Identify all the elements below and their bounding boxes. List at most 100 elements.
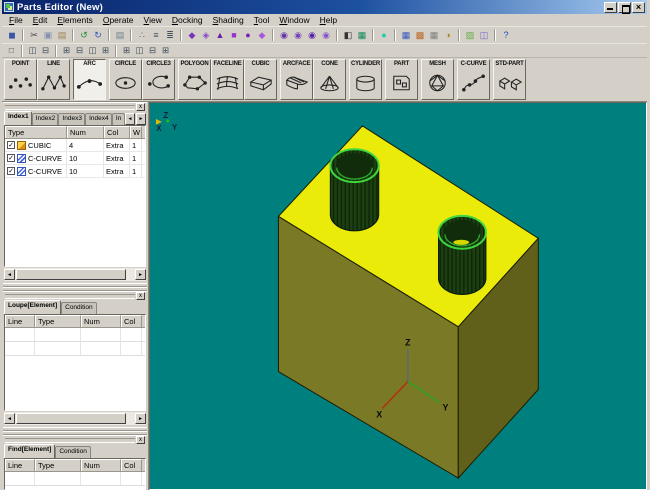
column-header-type[interactable]: Type	[35, 459, 81, 471]
tool-cylinder[interactable]: CYLINDER	[349, 59, 382, 100]
grid-view-icon[interactable]: ⊞	[99, 45, 112, 57]
find-panel-grip[interactable]: x	[3, 435, 147, 444]
scroll-thumb[interactable]	[16, 269, 126, 280]
row-checkbox[interactable]: ✓	[7, 154, 15, 162]
tool-cubic[interactable]: CUBIC	[244, 59, 277, 100]
element-node-icon[interactable]: ◆	[185, 29, 199, 42]
index-panel-grip[interactable]: x	[3, 102, 147, 111]
grid-user-icon[interactable]: ▩	[413, 29, 427, 42]
menu-operate[interactable]: Operate	[98, 14, 139, 27]
shield-a-icon[interactable]: ◉	[277, 29, 291, 42]
menu-elements[interactable]: Elements	[52, 14, 97, 27]
tool-arcface[interactable]: ARCFACE	[280, 59, 313, 100]
tool-circle[interactable]: CIRCLE	[109, 59, 142, 100]
tool-line[interactable]: LINE	[37, 59, 70, 100]
tool-c-curve[interactable]: C-CURVE	[457, 59, 490, 100]
menu-window[interactable]: Window	[274, 14, 314, 27]
layout-b-icon[interactable]: ◫	[133, 45, 146, 57]
tool-std-part[interactable]: STD-PART	[493, 59, 526, 100]
scroll-left-icon[interactable]: ◄	[4, 413, 15, 424]
paste-icon[interactable]: ▤	[55, 29, 69, 42]
table-row[interactable]: ✓C-CURVE10Extra1	[5, 152, 145, 165]
tab-index-3[interactable]: Index3	[58, 113, 85, 125]
scroll-left-icon[interactable]: ◄	[4, 269, 15, 280]
find-panel-close-icon[interactable]: x	[136, 436, 145, 444]
layout-c-icon[interactable]: ⊟	[146, 45, 159, 57]
element-part-icon[interactable]: ◆	[255, 29, 269, 42]
loupe-hscrollbar[interactable]: ◄ ►	[4, 412, 146, 425]
table-row[interactable]: ✓CUBIC4Extra1	[5, 139, 145, 152]
menu-view[interactable]: View	[139, 14, 167, 27]
column-header-col[interactable]: Col	[104, 126, 130, 138]
tab-find-1[interactable]: Find[Element]	[4, 444, 55, 458]
dock-splitter-1[interactable]	[2, 282, 148, 291]
scroll-thumb[interactable]	[16, 413, 126, 424]
shield-b-icon[interactable]: ◉	[291, 29, 305, 42]
right-pane-icon[interactable]: ◫	[86, 45, 99, 57]
undo-icon[interactable]: ↺	[77, 29, 91, 42]
column-header-col[interactable]: Col	[121, 315, 142, 327]
table-row[interactable]: ✓C-CURVE10Extra1	[5, 165, 145, 178]
scroll-right-icon[interactable]: ►	[135, 269, 146, 280]
list-indent-icon[interactable]: ≣	[163, 29, 177, 42]
index-panel-close-icon[interactable]: x	[136, 103, 145, 111]
layers-icon[interactable]: ◫	[477, 29, 491, 42]
cut-icon[interactable]: ✂	[27, 29, 41, 42]
tab-index-1[interactable]: Index1	[4, 111, 32, 125]
minimize-button[interactable]	[604, 2, 617, 13]
left-pane-icon[interactable]: ⊟	[73, 45, 86, 57]
element-edge-icon[interactable]: ◈	[199, 29, 213, 42]
tab-index-4[interactable]: Index4	[85, 113, 112, 125]
close-button[interactable]: ×	[632, 2, 645, 13]
loupe-panel-close-icon[interactable]: x	[136, 292, 145, 300]
viewport-3d[interactable]: Z X Y	[149, 102, 647, 490]
tool-polygon[interactable]: POLYGON	[178, 59, 211, 100]
menu-file[interactable]: File	[4, 14, 28, 27]
shield-d-icon[interactable]: ◉	[319, 29, 333, 42]
link-icon[interactable]: ∴	[135, 29, 149, 42]
tab-find-2[interactable]: Condition	[55, 446, 90, 458]
tool-faceline[interactable]: FACELINE	[211, 59, 244, 100]
row-checkbox[interactable]: ✓	[7, 141, 15, 149]
tool-circle3[interactable]: CIRCLE3	[142, 59, 175, 100]
tool-part[interactable]: PART	[385, 59, 418, 100]
scroll-right-icon[interactable]: ►	[135, 413, 146, 424]
index-hscrollbar[interactable]: ◄ ►	[4, 268, 146, 281]
vsplit-window-icon[interactable]: ◫	[26, 45, 39, 57]
tab-index-5[interactable]: In	[112, 113, 125, 125]
column-header-type[interactable]: Type	[5, 126, 67, 138]
layout-a-icon[interactable]: ⊞	[120, 45, 133, 57]
single-window-icon[interactable]: □	[5, 45, 18, 57]
tab-scroll-right-icon[interactable]: ►	[136, 113, 146, 125]
grid-blue-icon[interactable]: ▦	[399, 29, 413, 42]
element-face-icon[interactable]: ▲	[213, 29, 227, 42]
copy-icon[interactable]: ▣	[41, 29, 55, 42]
tool-arc[interactable]: ARC	[73, 59, 106, 100]
frame-view-icon[interactable]: ◧	[341, 29, 355, 42]
tool-point[interactable]: POINT	[4, 59, 37, 100]
column-header-num[interactable]: Num	[67, 126, 104, 138]
column-header-col[interactable]: Col	[121, 459, 142, 471]
row-checkbox[interactable]: ✓	[7, 167, 15, 175]
element-group-icon[interactable]: ●	[241, 29, 255, 42]
save-icon[interactable]: ◼	[5, 29, 19, 42]
layout-d-icon[interactable]: ⊞	[159, 45, 172, 57]
sheet-icon[interactable]: ▤	[113, 29, 127, 42]
sphere-icon[interactable]: ●	[377, 29, 391, 42]
render-icon[interactable]: ▨	[463, 29, 477, 42]
tab-index-2[interactable]: Index2	[32, 113, 59, 125]
column-header-line[interactable]: Line	[5, 315, 35, 327]
pie-icon[interactable]: ◑	[441, 29, 455, 42]
help-icon[interactable]: ?	[499, 29, 513, 42]
dock-splitter-2[interactable]	[2, 426, 148, 435]
list-icon[interactable]: ≡	[149, 29, 163, 42]
tab-scroll-left-icon[interactable]: ◄	[125, 113, 135, 125]
column-header-w[interactable]: W	[130, 126, 142, 138]
quad-view-icon[interactable]: ⊞	[60, 45, 73, 57]
tab-loupe-2[interactable]: Condition	[61, 302, 96, 314]
element-solid-icon[interactable]: ■	[227, 29, 241, 42]
menu-tool[interactable]: Tool	[249, 14, 275, 27]
tool-mesh[interactable]: MESH	[421, 59, 454, 100]
column-header-num[interactable]: Num	[81, 315, 121, 327]
menu-edit[interactable]: Edit	[28, 14, 53, 27]
